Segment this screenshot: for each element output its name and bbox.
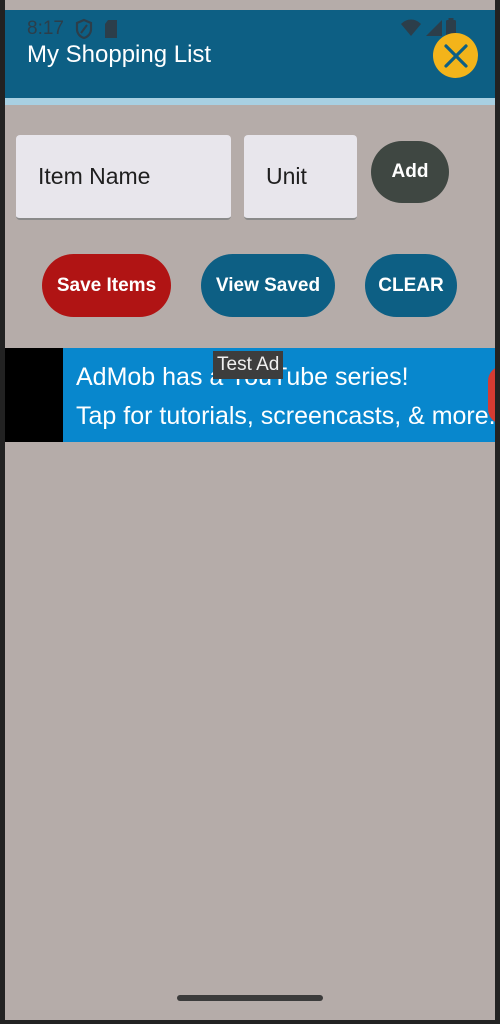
clear-button[interactable]: CLEAR bbox=[365, 254, 457, 317]
app-title: My Shopping List bbox=[27, 41, 212, 68]
view-saved-button[interactable]: View Saved bbox=[201, 254, 335, 317]
sd-card-icon bbox=[103, 18, 123, 40]
app-screen: 8:17 My Shopping List Item Name Unit Add… bbox=[5, 0, 495, 1020]
status-time: 8:17 bbox=[27, 18, 64, 39]
item-name-placeholder: Item Name bbox=[38, 163, 151, 189]
close-button[interactable] bbox=[433, 33, 478, 78]
add-button[interactable]: Add bbox=[371, 141, 449, 203]
ad-image bbox=[5, 348, 63, 442]
ad-call-to-action[interactable] bbox=[488, 366, 495, 424]
app-bar-divider bbox=[5, 98, 495, 105]
wifi-icon bbox=[400, 18, 422, 40]
test-ad-badge: Test Ad bbox=[213, 351, 284, 379]
home-indicator[interactable] bbox=[177, 995, 323, 1001]
save-items-button[interactable]: Save Items bbox=[42, 254, 171, 317]
shield-icon bbox=[75, 18, 95, 40]
item-name-input[interactable]: Item Name bbox=[16, 135, 231, 220]
unit-input[interactable]: Unit bbox=[244, 135, 357, 220]
unit-placeholder: Unit bbox=[266, 163, 307, 189]
ad-description: Tap for tutorials, screencasts, & more. bbox=[76, 402, 495, 430]
close-icon bbox=[443, 43, 468, 68]
